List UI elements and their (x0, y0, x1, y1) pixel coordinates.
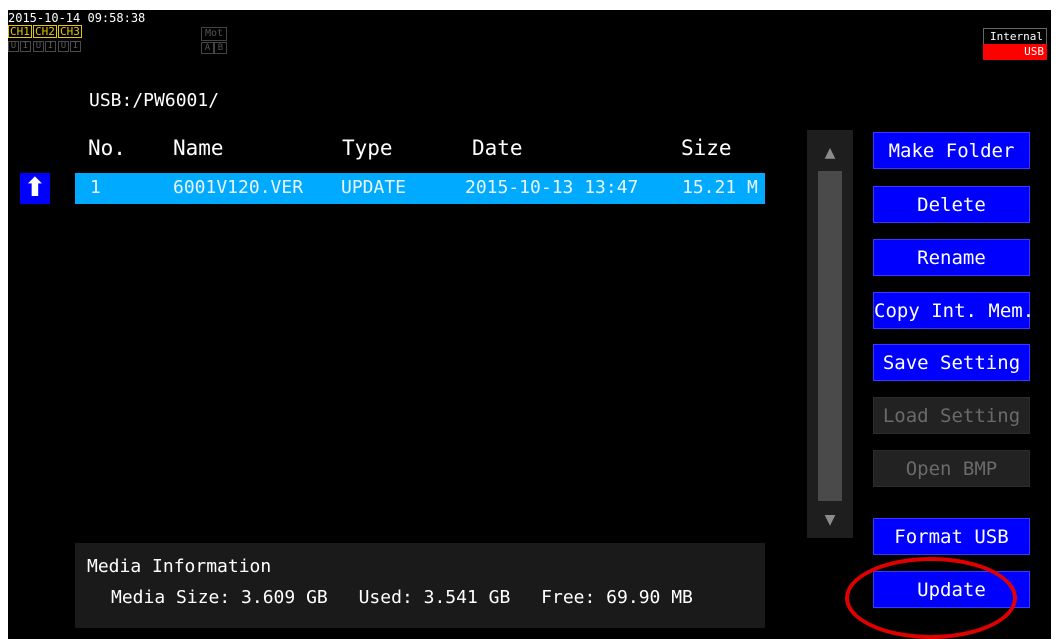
datetime-display: 2015-10-14 09:58:38 (8, 11, 146, 25)
media-info-title: Media Information (87, 556, 272, 577)
ch1-i-indicator: I (20, 41, 31, 52)
scrollbar-track[interactable] (818, 171, 842, 501)
media-free-value: Free: 69.90 MB (541, 587, 693, 608)
file-type: UPDATE (341, 177, 407, 198)
format-usb-button[interactable]: Format USB (873, 518, 1030, 555)
file-no: 1 (90, 177, 101, 198)
ch3-u-indicator: U (58, 41, 69, 52)
ch2-i-indicator: I (45, 41, 56, 52)
delete-button[interactable]: Delete (873, 186, 1030, 223)
file-size: 15.21 M (682, 177, 758, 198)
motor-b-indicator: B (214, 42, 227, 54)
scroll-up-icon[interactable]: ▲ (814, 143, 846, 163)
up-arrow-icon[interactable]: ⬆︎ (20, 173, 50, 204)
save-setting-button[interactable]: Save Setting (873, 344, 1030, 381)
device-screen: 2015-10-14 09:58:38 CH1 CH2 CH3 U I U I … (8, 10, 1051, 639)
media-size-value: Media Size: 3.609 GB (111, 587, 328, 608)
make-folder-button[interactable]: Make Folder (873, 132, 1030, 169)
ch2-u-indicator: U (33, 41, 44, 52)
highlight-annotation (845, 557, 1017, 639)
column-header-no: No. (88, 136, 126, 160)
column-header-name: Name (173, 136, 224, 160)
ch3-i-indicator: I (70, 41, 81, 52)
open-bmp-button[interactable]: Open BMP (873, 450, 1030, 487)
load-setting-button[interactable]: Load Setting (873, 397, 1030, 434)
channel-ch1-indicator: CH1 (8, 25, 32, 38)
file-row-selected[interactable]: 1 6001V120.VER UPDATE 2015-10-13 13:47 1… (75, 173, 765, 204)
usb-memory-tab[interactable]: USB (983, 44, 1047, 60)
rename-button[interactable]: Rename (873, 239, 1030, 276)
file-date: 2015-10-13 13:47 (465, 177, 639, 198)
copy-int-mem-button[interactable]: Copy Int. Mem. (873, 292, 1034, 329)
column-header-size: Size (681, 136, 732, 160)
column-header-type: Type (342, 136, 393, 160)
channel-ch3-indicator: CH3 (58, 25, 82, 38)
column-header-date: Date (472, 136, 523, 160)
ch1-u-indicator: U (8, 41, 19, 52)
file-name: 6001V120.VER (173, 177, 304, 198)
file-list[interactable] (75, 171, 765, 513)
motor-a-indicator: A (201, 42, 214, 54)
scroll-down-icon[interactable]: ▼ (814, 510, 846, 530)
motor-indicator: Mot (201, 27, 227, 41)
channel-ch2-indicator: CH2 (33, 25, 57, 38)
media-info-line: Media Size: 3.609 GB Used: 3.541 GB Free… (111, 587, 713, 608)
current-path: USB:/PW6001/ (89, 90, 220, 111)
internal-memory-tab[interactable]: Internal (983, 28, 1047, 44)
media-used-value: Used: 3.541 GB (358, 587, 511, 608)
